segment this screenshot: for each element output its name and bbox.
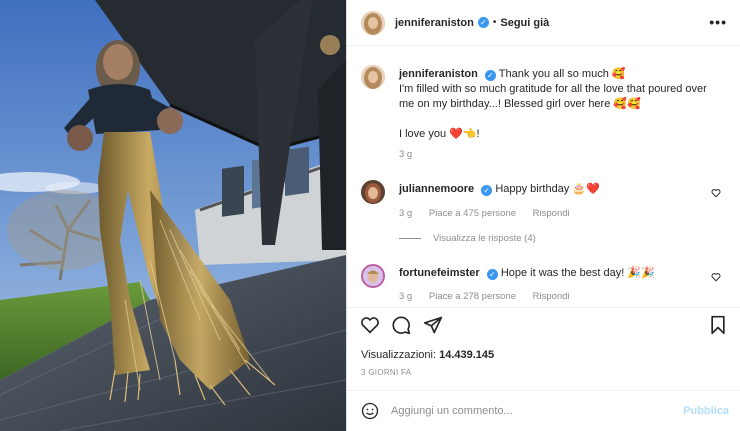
comment-likes[interactable]: Piace a 475 persone bbox=[429, 208, 516, 219]
photo-illustration bbox=[0, 0, 346, 431]
view-count: Visualizzazioni: 14.439.145 bbox=[361, 349, 494, 361]
comment-time: 3 g bbox=[399, 208, 413, 219]
comments-list: jenniferaniston ✓ Thank you all so much … bbox=[347, 47, 740, 307]
replies-divider bbox=[399, 238, 421, 239]
like-comment-heart-icon[interactable] bbox=[711, 272, 721, 282]
comment-composer: Aggiungi un commento... Pubblica bbox=[347, 390, 740, 431]
comment-meta: 3 g Piace a 278 persone Rispondi bbox=[399, 291, 584, 302]
separator-dot: • bbox=[492, 17, 497, 28]
save-bookmark-icon[interactable] bbox=[709, 315, 727, 335]
post-photo[interactable] bbox=[0, 0, 346, 431]
views-label: Visualizzazioni: bbox=[361, 349, 437, 361]
caption-line-3: I love you ❤️👈! bbox=[399, 128, 480, 140]
verified-badge-icon: ✓ bbox=[486, 269, 498, 280]
comment-text: Happy birthday 🎂❤️ bbox=[495, 183, 600, 195]
like-comment-heart-icon[interactable] bbox=[711, 188, 721, 198]
more-horizontal-icon[interactable]: ••• bbox=[709, 14, 727, 30]
post-header: jenniferaniston ✓ • Segui già ••• bbox=[347, 0, 740, 46]
caption-avatar[interactable] bbox=[361, 65, 385, 89]
comment-text: Hope it was the best day! 🎉🎉 bbox=[500, 267, 655, 279]
like-heart-icon[interactable] bbox=[360, 316, 380, 334]
caption-body: jenniferaniston ✓ Thank you all so much … bbox=[399, 67, 719, 142]
comment-body: juliannemoore ✓ Happy birthday 🎂❤️ bbox=[399, 182, 719, 197]
following-button[interactable]: Segui già bbox=[500, 17, 549, 29]
caption-line-1: Thank you all so much 🥰 bbox=[498, 68, 626, 80]
comment-input[interactable]: Aggiungi un commento... bbox=[391, 405, 513, 417]
comment-bubble-icon[interactable] bbox=[391, 315, 411, 335]
view-replies-toggle[interactable]: Visualizza le risposte (4) bbox=[399, 233, 536, 244]
caption-meta: 3 g bbox=[399, 149, 426, 160]
author-username[interactable]: jenniferaniston bbox=[395, 17, 474, 29]
comment-body: fortunefeimster ✓ Hope it was the best d… bbox=[399, 266, 719, 281]
commenter-username[interactable]: juliannemoore bbox=[399, 183, 474, 195]
caption-username[interactable]: jenniferaniston bbox=[399, 68, 478, 80]
commenter-avatar[interactable] bbox=[361, 180, 385, 204]
verified-badge-icon: ✓ bbox=[481, 185, 493, 196]
comment-time: 3 g bbox=[399, 291, 413, 302]
caption-line-2: I'm filled with so much gratitude for al… bbox=[399, 83, 707, 110]
views-value: 14.439.145 bbox=[439, 349, 495, 361]
caption-time: 3 g bbox=[399, 149, 413, 160]
author-avatar[interactable] bbox=[361, 10, 385, 35]
commenter-username[interactable]: fortunefeimster bbox=[399, 267, 480, 279]
verified-badge-icon: ✓ bbox=[477, 17, 489, 28]
post-details-panel: jenniferaniston ✓ • Segui già ••• jennif… bbox=[346, 0, 740, 431]
commenter-avatar[interactable] bbox=[361, 264, 385, 288]
reply-button[interactable]: Rispondi bbox=[533, 291, 570, 302]
post-actions: Visualizzazioni: 14.439.145 3 GIORNI FA bbox=[347, 307, 740, 390]
comment-likes[interactable]: Piace a 278 persone bbox=[429, 291, 516, 302]
reply-button[interactable]: Rispondi bbox=[533, 208, 570, 219]
emoji-smile-icon[interactable] bbox=[361, 402, 379, 420]
comment-meta: 3 g Piace a 475 persone Rispondi bbox=[399, 208, 584, 219]
publish-button[interactable]: Pubblica bbox=[683, 405, 729, 417]
view-replies-label: Visualizza le risposte (4) bbox=[433, 233, 536, 244]
share-send-icon[interactable] bbox=[423, 315, 443, 335]
instagram-post-window: jenniferaniston ✓ • Segui già ••• jennif… bbox=[0, 0, 740, 431]
verified-badge-icon: ✓ bbox=[484, 70, 496, 81]
post-date[interactable]: 3 GIORNI FA bbox=[361, 368, 411, 377]
